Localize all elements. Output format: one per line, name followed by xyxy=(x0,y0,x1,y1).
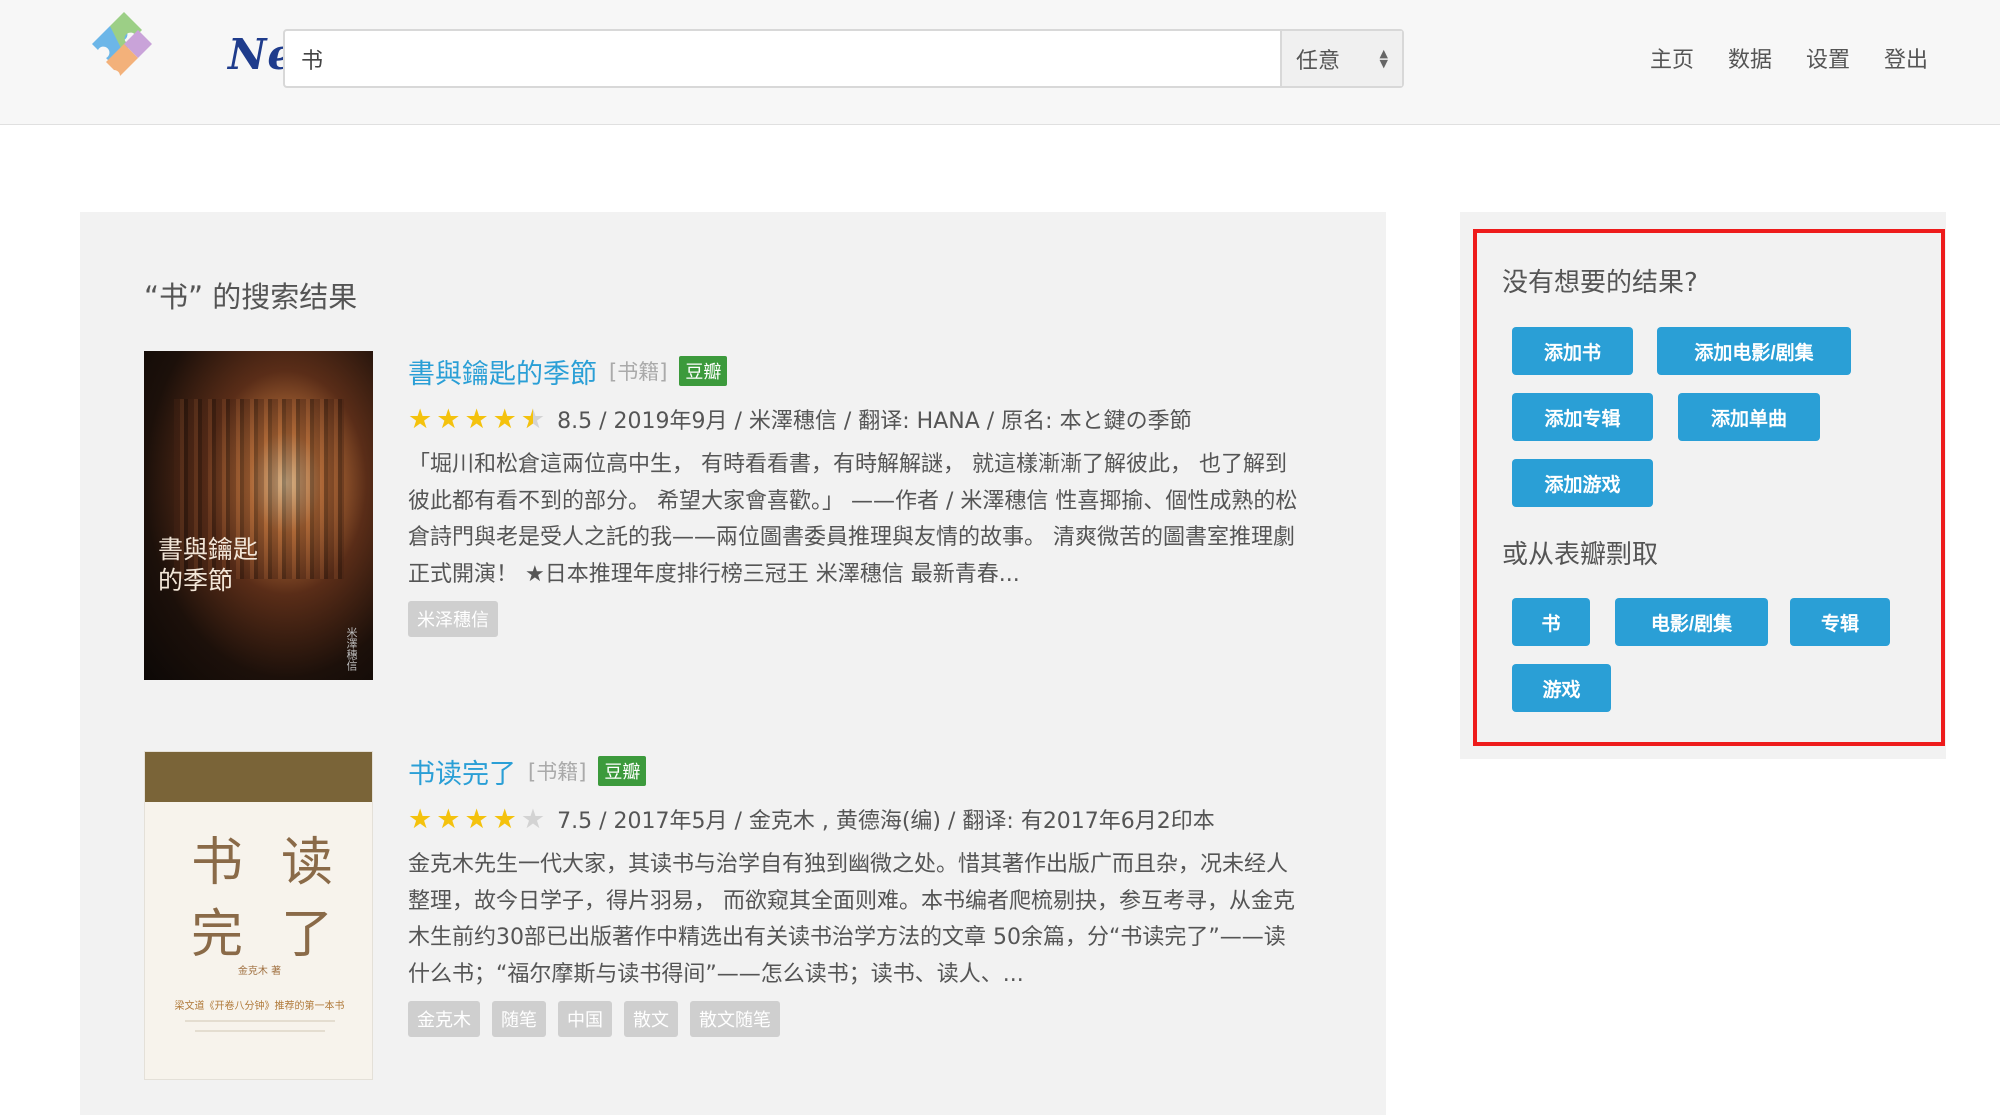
tag[interactable]: 米泽穗信 xyxy=(408,601,498,637)
nav-data[interactable]: 数据 xyxy=(1728,42,1772,74)
puzzle-logo-icon xyxy=(92,12,152,76)
result-title-link[interactable]: 書與鑰匙的季節 xyxy=(408,352,597,391)
title-row: 书读完了 [书籍] 豆瓣 xyxy=(408,751,1298,791)
star-icon: ★ xyxy=(521,406,545,433)
title-row: 書與鑰匙的季節 [书籍] 豆瓣 xyxy=(408,351,1298,391)
source-badge[interactable]: 豆瓣 xyxy=(598,756,647,786)
results-title: “书” 的搜索结果 xyxy=(144,280,358,314)
tag[interactable]: 随笔 xyxy=(492,1001,546,1037)
cover-char: 完 xyxy=(191,905,244,965)
result-meta: 8.5 / 2019年9月 / 米澤穗信 / 翻译: HANA / 原名: 本と… xyxy=(557,409,1192,434)
select-updown-icon: ▲ ▼ xyxy=(1379,46,1388,70)
result-meta: 7.5 / 2017年5月 / 金克木 , 黄德海(编) / 翻译: 有2017… xyxy=(557,809,1215,834)
main-nav: 主页 数据 设置 登出 xyxy=(1650,42,1928,74)
cover-subtitle-text: 梁文道《开卷八分钟》推荐的第一本书 xyxy=(174,1001,345,1012)
cover-title-text: 書與鑰匙的季節 xyxy=(158,535,259,595)
tag-list: 米泽穗信 xyxy=(408,601,1298,637)
star-icon: ★ xyxy=(520,803,546,835)
tag[interactable]: 中国 xyxy=(558,1001,612,1037)
rating-stars: ★ ★ ★ ★ ★ xyxy=(408,406,545,433)
search-results-panel: “书” 的搜索结果 書與鑰匙的季節 米澤穗信 書與鑰匙的季節 [书籍] 豆瓣 ★… xyxy=(80,212,1386,1115)
cover-char: 书 xyxy=(191,833,244,893)
meta-row: ★ ★ ★ ★ ★ 7.5 / 2017年5月 / 金克木 , 黄德海(编) / 翻译:… xyxy=(408,803,1298,835)
highlight-box xyxy=(1473,229,1945,746)
search-bar: 任意 ▲▼ xyxy=(283,29,1404,88)
star-icon: ★ xyxy=(436,803,461,835)
cover-author-text: 米澤穗信 xyxy=(345,627,358,671)
book-cover[interactable]: 書與鑰匙的季節 米澤穗信 xyxy=(144,351,373,680)
star-icon: ★ xyxy=(464,403,489,435)
book-cover[interactable]: 书 读 完 了 金克木 著 梁文道《开卷八分钟》推荐的第一本书 xyxy=(144,751,373,1080)
meta-row: ★★★★★ 8.5 / 2019年9月 / 米澤穗信 / 翻译: HANA / … xyxy=(408,403,1298,435)
cover-char: 读 xyxy=(281,833,334,893)
nav-settings[interactable]: 设置 xyxy=(1806,42,1850,74)
result-category: [书籍] xyxy=(528,760,587,784)
neodb-logo[interactable]: NeoDB xyxy=(78,8,397,108)
tag-list: 金克木 随笔 中国 散文 散文随笔 xyxy=(408,1001,1298,1037)
nav-home[interactable]: 主页 xyxy=(1650,42,1694,74)
result-item-body: 书读完了 [书籍] 豆瓣 ★ ★ ★ ★ ★ 7.5 / 2017年5月 / 金克木 ,… xyxy=(408,751,1298,1037)
result-description: 「堀川和松倉這兩位高中生， 有時看看書，有時解解謎， 就這樣漸漸了解彼此， 也了… xyxy=(408,452,1298,587)
result-description: 金克木先生一代大家，其读书与治学自有独到幽微之处。惜其著作出版广而且杂，况未经人… xyxy=(408,852,1295,987)
nav-logout[interactable]: 登出 xyxy=(1884,42,1928,74)
search-input[interactable] xyxy=(285,31,1280,86)
result-title-link[interactable]: 书读完了 xyxy=(408,752,516,791)
star-icon: ★ xyxy=(464,803,489,835)
tag[interactable]: 金克木 xyxy=(408,1001,480,1037)
category-select-value: 任意 xyxy=(1296,48,1341,74)
top-header: NeoDB 任意 ▲▼ 主页 数据 设置 登出 xyxy=(0,0,2000,125)
star-icon: ★ xyxy=(408,403,433,435)
star-icon: ★ xyxy=(408,803,433,835)
source-badge[interactable]: 豆瓣 xyxy=(679,356,728,386)
star-icon: ★ xyxy=(492,803,517,835)
cover-author-text: 金克木 著 xyxy=(237,966,282,977)
tag[interactable]: 散文 xyxy=(624,1001,678,1037)
category-select[interactable]: 任意 ▲ ▼ xyxy=(1280,31,1402,86)
rating-stars: ★ ★ ★ ★ ★ xyxy=(408,806,545,833)
result-category: [书籍] xyxy=(609,360,668,384)
star-icon: ★ xyxy=(436,403,461,435)
result-item-body: 書與鑰匙的季節 [书籍] 豆瓣 ★★★★★ 8.5 / 2019年9月 / 米澤… xyxy=(408,351,1298,637)
cover-char: 了 xyxy=(281,905,334,965)
tag[interactable]: 散文随笔 xyxy=(690,1001,780,1037)
star-icon: ★ xyxy=(492,403,517,435)
